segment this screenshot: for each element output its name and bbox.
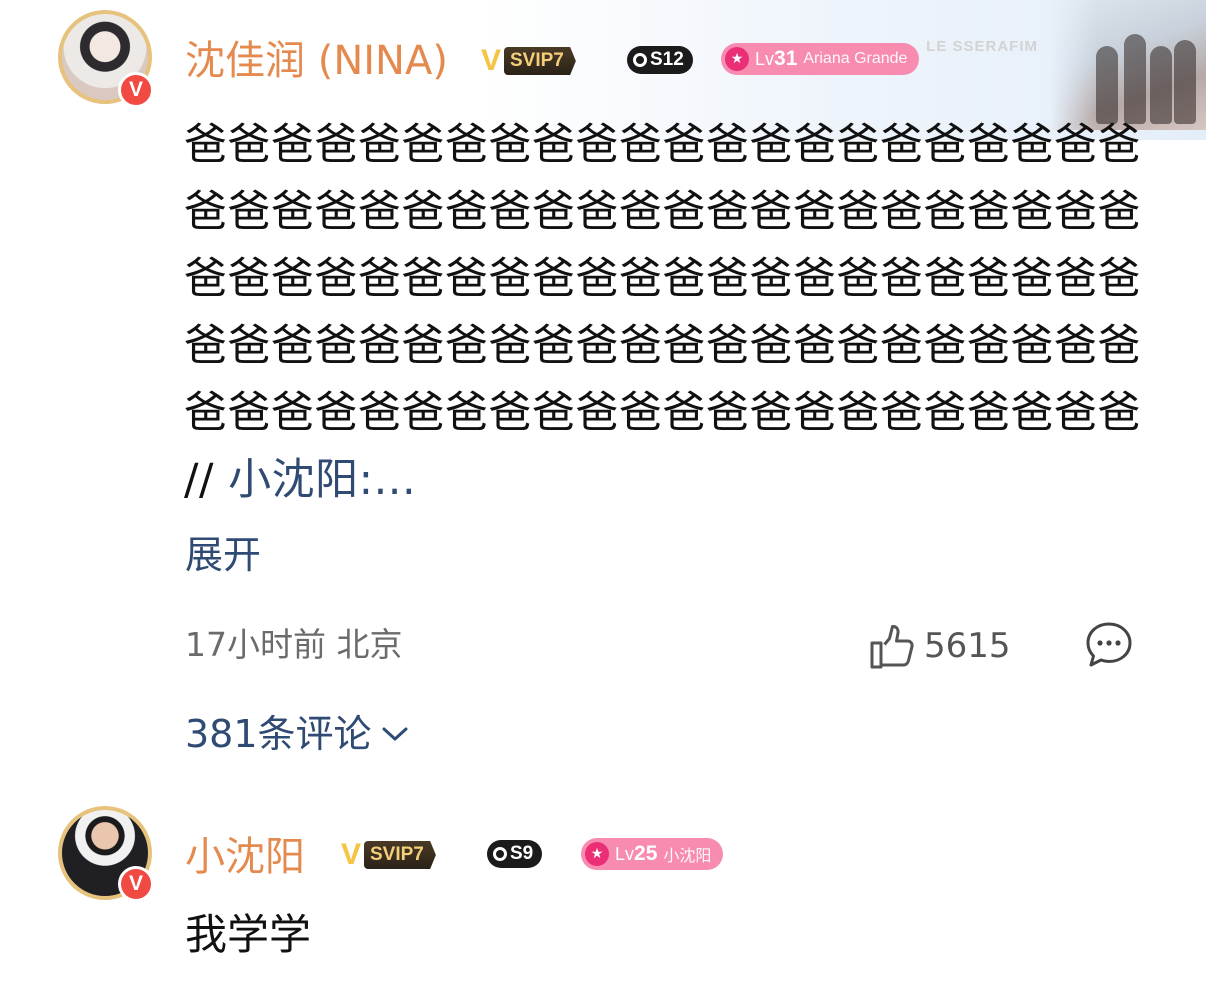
- season-label: S12: [650, 49, 684, 70]
- reply-text: 我学学: [185, 910, 312, 959]
- fan-level-badge[interactable]: ★ Lv 31 Ariana Grande: [721, 43, 920, 75]
- svip-badge[interactable]: V SVIP7: [330, 838, 462, 872]
- level-number: 31: [774, 47, 798, 70]
- fan-club-name: Ariana Grande: [803, 50, 908, 67]
- like-button[interactable]: 5615: [868, 620, 1011, 672]
- comments-count-label: 381条评论: [185, 712, 372, 756]
- season-label: S9: [510, 843, 534, 864]
- fan-level-badge[interactable]: ★ Lv 25 小沈阳: [581, 838, 724, 870]
- expand-link[interactable]: 展开: [185, 530, 261, 580]
- repost-author-link[interactable]: 小沈阳:...: [228, 455, 416, 505]
- reply-author-name[interactable]: 小沈阳: [185, 832, 305, 882]
- fan-club-name: 小沈阳: [663, 848, 712, 865]
- star-icon: ★: [585, 842, 609, 866]
- repost-separator: //: [184, 455, 214, 505]
- speech-bubble-icon: [1086, 622, 1132, 667]
- comment-button[interactable]: [1084, 620, 1134, 670]
- verified-v-icon: V: [118, 72, 154, 108]
- svip-label: SVIP7: [504, 47, 576, 75]
- svip-badge[interactable]: V SVIP7: [470, 44, 602, 78]
- post-meta: 17小时前 北京: [185, 625, 403, 664]
- level-prefix: Lv: [615, 843, 635, 864]
- profile-cover-image: [1050, 0, 1206, 130]
- season-ring-icon: [493, 847, 507, 861]
- comments-toggle[interactable]: 381条评论: [185, 708, 410, 760]
- season-ring-icon: [633, 53, 647, 67]
- post-text: 爸爸爸爸爸爸爸爸爸爸爸爸爸爸爸爸爸爸爸爸爸爸爸爸爸爸爸爸爸爸爸爸爸爸爸爸爸爸爸爸…: [184, 112, 1144, 514]
- chevron-down-icon: [382, 727, 408, 741]
- like-count: 5615: [924, 626, 1011, 666]
- star-icon: ★: [725, 47, 749, 71]
- author-name[interactable]: 沈佳润 (NINA): [185, 36, 448, 86]
- season-badge[interactable]: S12: [627, 46, 693, 74]
- cover-caption: LE SSERAFIM: [926, 38, 1038, 55]
- verified-v-icon: V: [118, 866, 154, 902]
- post-body-content: 爸爸爸爸爸爸爸爸爸爸爸爸爸爸爸爸爸爸爸爸爸爸爸爸爸爸爸爸爸爸爸爸爸爸爸爸爸爸爸爸…: [184, 120, 1141, 438]
- svip-label: SVIP7: [364, 841, 436, 869]
- level-prefix: Lv: [755, 48, 775, 69]
- thumbs-up-icon: [870, 625, 914, 669]
- level-number: 25: [634, 842, 658, 865]
- season-badge[interactable]: S9: [487, 840, 543, 868]
